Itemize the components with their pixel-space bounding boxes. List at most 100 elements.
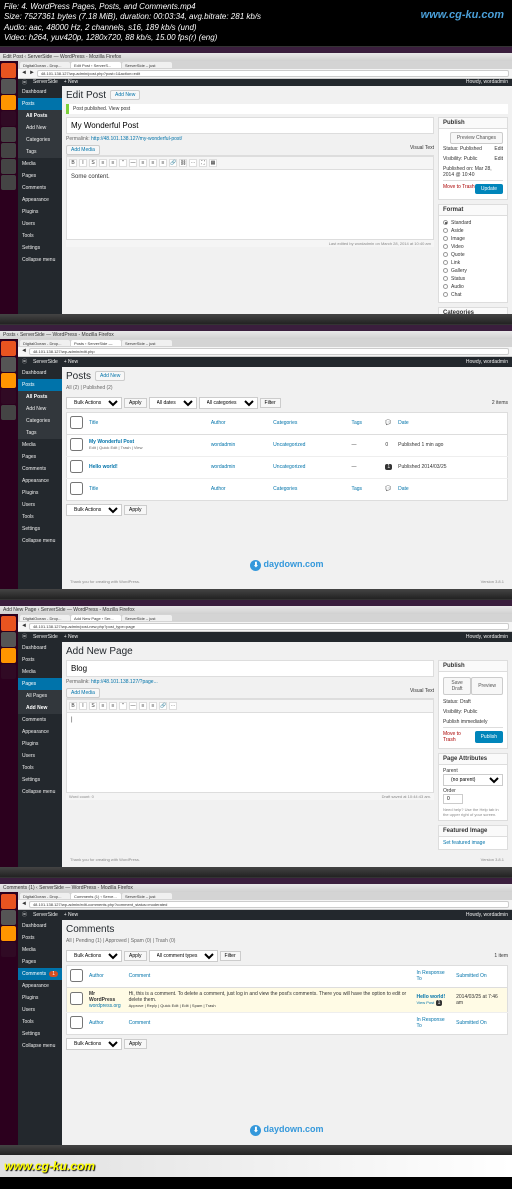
author-url[interactable]: wordpress.org [89, 1003, 121, 1009]
row-check[interactable] [70, 460, 83, 473]
menu-users[interactable]: Users [18, 499, 62, 511]
menu-pages[interactable]: Pages [18, 678, 62, 690]
submenu-all-posts[interactable]: All Posts [18, 110, 62, 122]
parent-select[interactable]: (no parent) [443, 774, 503, 786]
page-title-input[interactable] [66, 660, 434, 677]
forward-icon[interactable]: ► [29, 70, 35, 76]
filter-button[interactable]: Filter [220, 951, 241, 961]
filter-button[interactable]: Filter [260, 398, 281, 408]
ul-icon[interactable]: ≡ [99, 159, 107, 167]
menu-plugins[interactable]: Plugins [18, 992, 62, 1004]
submenu-categories[interactable]: Categories [18, 134, 62, 146]
menu-media[interactable]: Media [18, 944, 62, 956]
cat-cell[interactable]: Uncategorized [270, 434, 348, 456]
dash-icon[interactable] [1, 616, 16, 631]
tab-active[interactable]: Edit Post ‹ ServerS... [71, 62, 121, 68]
view-post-link[interactable]: View Post [417, 1000, 435, 1005]
app-icon[interactable] [1, 405, 16, 420]
format-image[interactable]: Image [443, 235, 503, 243]
menu-media[interactable]: Media [18, 158, 62, 170]
menu-posts[interactable]: Posts [18, 98, 62, 110]
fullscreen-icon[interactable]: ⛶ [199, 159, 207, 167]
col-date[interactable]: Date [395, 412, 507, 434]
menu-collapse[interactable]: Collapse menu [18, 786, 62, 798]
firefox-icon[interactable] [1, 373, 16, 388]
col-comment[interactable]: Comment [126, 965, 414, 987]
tab-visual[interactable]: Visual [410, 688, 424, 694]
row-check[interactable] [70, 438, 83, 451]
submenu-tags[interactable]: Tags [18, 146, 62, 158]
filter-tabs[interactable]: All | Pending (1) | Approved | Spam (0) … [66, 938, 508, 944]
back-icon[interactable]: ◄ [21, 623, 27, 629]
submenu-all-pages[interactable]: All Pages [18, 690, 62, 702]
col-author[interactable]: Author [208, 412, 270, 434]
author-cell[interactable]: wordadmin [208, 434, 270, 456]
trash-link[interactable]: Move to Trash [443, 184, 475, 194]
files-icon[interactable] [1, 632, 16, 647]
menu-settings[interactable]: Settings [18, 1028, 62, 1040]
format-status[interactable]: Status [443, 275, 503, 283]
menu-users[interactable]: Users [18, 218, 62, 230]
howdy[interactable]: Howdy, wordadmin [466, 79, 508, 85]
app-icon[interactable] [1, 175, 16, 190]
set-featured-link[interactable]: Set featured image [443, 840, 485, 846]
howdy[interactable]: Howdy, wordadmin [466, 912, 508, 918]
firefox-icon[interactable] [1, 95, 16, 110]
site-link[interactable]: ServerSide [33, 359, 58, 365]
new-link[interactable]: + New [64, 912, 78, 918]
wp-logo-icon[interactable]: ⓦ [22, 911, 27, 918]
more-icon[interactable]: ⋯ [189, 159, 197, 167]
howdy[interactable]: Howdy, wordadmin [466, 359, 508, 365]
menu-appearance[interactable]: Appearance [18, 980, 62, 992]
tab-text[interactable]: Text [425, 688, 434, 694]
menu-collapse[interactable]: Collapse menu [18, 535, 62, 547]
col-submitted[interactable]: Submitted On [453, 965, 507, 987]
col-tags[interactable]: Tags [348, 412, 382, 434]
menu-posts[interactable]: Posts [18, 932, 62, 944]
site-link[interactable]: ServerSide [33, 79, 58, 85]
apply-button[interactable]: Apply [124, 951, 147, 961]
back-icon[interactable]: ◄ [21, 70, 27, 76]
tab[interactable]: ServerSide – just anoth... [122, 893, 172, 899]
new-link[interactable]: + New [64, 634, 78, 640]
comment-types-select[interactable]: All comment types [149, 950, 218, 962]
menu-dashboard[interactable]: Dashboard [18, 367, 62, 379]
firefox-icon[interactable] [1, 926, 16, 941]
menu-users[interactable]: Users [18, 750, 62, 762]
menu-pages[interactable]: Pages [18, 956, 62, 968]
row-check[interactable] [70, 992, 83, 1005]
col-author[interactable]: Author [86, 965, 126, 987]
url-input[interactable]: 48.101.138.127/wp-admin/edit.php [29, 348, 509, 355]
menu-dashboard[interactable]: Dashboard [18, 642, 62, 654]
menu-settings[interactable]: Settings [18, 774, 62, 786]
hr-icon[interactable]: — [129, 159, 137, 167]
col-response[interactable]: In Response To [414, 965, 454, 987]
menu-tools[interactable]: Tools [18, 511, 62, 523]
add-new-button[interactable]: Add New [110, 90, 140, 100]
col-title[interactable]: Title [86, 412, 208, 434]
submenu-add-new[interactable]: Add New [18, 702, 62, 714]
format-gallery[interactable]: Gallery [443, 267, 503, 275]
col-comments-icon[interactable]: 💬 [382, 412, 395, 434]
hr-icon[interactable]: — [129, 702, 137, 710]
menu-pages[interactable]: Pages [18, 451, 62, 463]
terminal-icon[interactable] [1, 942, 16, 957]
link-icon[interactable]: 🔗 [159, 702, 167, 710]
ol-icon[interactable]: ≡ [109, 159, 117, 167]
author-cell[interactable]: wordadmin [208, 456, 270, 478]
menu-tools[interactable]: Tools [18, 762, 62, 774]
files-icon[interactable] [1, 357, 16, 372]
add-media-button[interactable]: Add Media [66, 145, 100, 155]
wp-logo-icon[interactable]: ⓦ [22, 633, 27, 640]
align-left-icon[interactable]: ≡ [139, 702, 147, 710]
files-icon[interactable] [1, 79, 16, 94]
quote-icon[interactable]: " [119, 702, 127, 710]
ol-icon[interactable]: ≡ [109, 702, 117, 710]
align-center-icon[interactable]: ≡ [149, 702, 157, 710]
app-icon[interactable] [1, 159, 16, 174]
tab[interactable]: ServerSide – just anoth... [122, 62, 172, 68]
quote-icon[interactable]: " [119, 159, 127, 167]
col-categories[interactable]: Categories [270, 412, 348, 434]
format-video[interactable]: Video [443, 243, 503, 251]
bold-icon[interactable]: B [69, 702, 77, 710]
